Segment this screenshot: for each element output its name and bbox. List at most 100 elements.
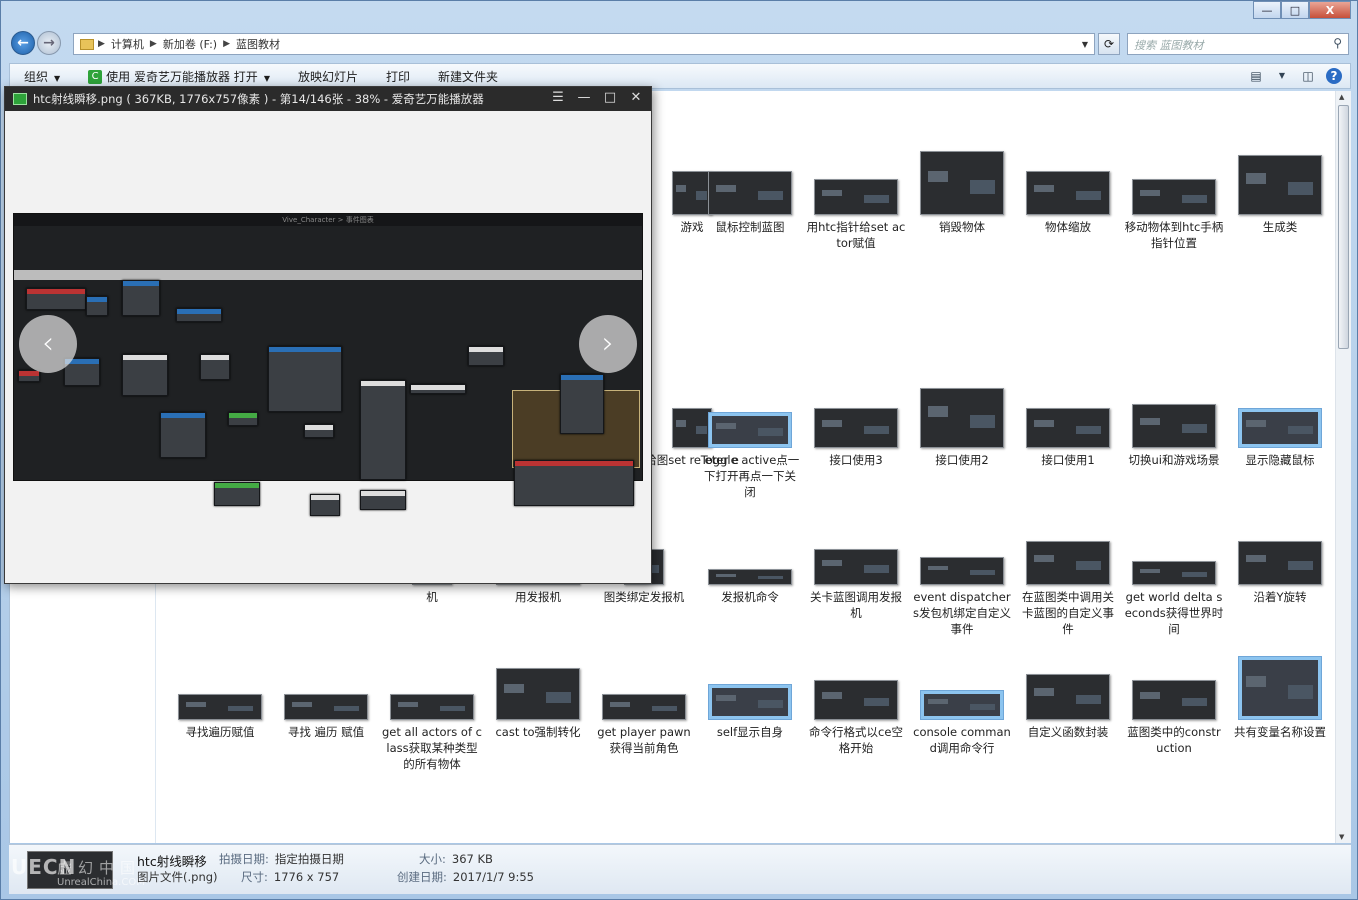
file-item[interactable]: cast to强制转化 <box>488 668 588 740</box>
file-item[interactable]: 在蓝图类中调用关卡蓝图的自定义事件 <box>1018 541 1118 637</box>
size-value: 367 KB <box>451 852 493 866</box>
file-item[interactable]: 共有变量名称设置 <box>1230 656 1330 740</box>
breadcrumb-drive[interactable]: 新加卷 (F:) <box>163 36 217 52</box>
blueprint-node <box>214 482 260 506</box>
viewer-close-button[interactable]: ✕ <box>627 89 645 107</box>
file-item[interactable]: 接口使用1 <box>1018 408 1118 468</box>
blueprint-node <box>18 370 40 382</box>
view-options-icon[interactable]: ▤ <box>1248 68 1264 84</box>
open-with-button[interactable]: C 使用 爱奇艺万能播放器 打开 ▼ <box>74 68 284 85</box>
file-label: 生成类 <box>1262 220 1298 234</box>
file-label: Toggle active点一下打开再点一下关闭 <box>700 453 800 499</box>
file-item[interactable]: 鼠标控制蓝图 <box>700 171 800 235</box>
created-label: 创建日期: <box>397 870 447 884</box>
explorer-titlebar: — □ X <box>1 1 1357 29</box>
image-file-icon <box>13 93 27 105</box>
file-item[interactable]: 关卡蓝图调用发报机 <box>806 549 906 621</box>
file-thumbnail <box>1132 179 1216 215</box>
file-thumbnail <box>708 684 792 720</box>
breadcrumb-folder[interactable]: 蓝图教材 <box>236 36 280 52</box>
file-label: cast to强制转化 <box>495 725 581 739</box>
file-item[interactable]: 发报机命令 <box>700 569 800 605</box>
address-dropdown-icon[interactable]: ▼ <box>1082 40 1088 49</box>
file-item[interactable]: 命令行格式以ce空格开始 <box>806 680 906 756</box>
file-label: event dispatchers发包机绑定自定义事件 <box>913 590 1011 636</box>
search-icon[interactable]: ⚲ <box>1333 36 1342 50</box>
file-thumbnail <box>602 694 686 720</box>
file-item[interactable]: console command调用命令行 <box>912 690 1012 756</box>
print-button[interactable]: 打印 <box>372 68 424 85</box>
maximize-button[interactable]: □ <box>1281 1 1309 19</box>
file-item[interactable]: 蓝图类中的construction <box>1124 680 1224 756</box>
close-button[interactable]: X <box>1309 1 1351 19</box>
file-item[interactable]: 自定义函数封装 <box>1018 674 1118 740</box>
blueprint-node <box>304 424 334 438</box>
blueprint-node <box>268 346 342 412</box>
file-label: 移动物体到htc手柄指针位置 <box>1124 220 1224 250</box>
breadcrumb-computer[interactable]: 计算机 <box>111 36 144 52</box>
file-item[interactable]: 接口使用3 <box>806 408 906 468</box>
chevron-down-icon: ▼ <box>54 73 61 83</box>
file-label: 物体缩放 <box>1045 220 1091 234</box>
view-dropdown-icon[interactable]: ▼ <box>1274 68 1290 84</box>
menu-icon[interactable]: ☰ <box>549 89 567 107</box>
file-item[interactable]: 寻找 遍历 赋值 <box>276 694 376 740</box>
file-item[interactable]: 物体缩放 <box>1018 171 1118 235</box>
breadcrumb-separator-icon: ▶ <box>98 39 105 49</box>
viewer-title: htc射线瞬移.png ( 367KB, 1776x757像素 ) - 第14/… <box>33 92 484 106</box>
help-icon[interactable]: ? <box>1326 68 1342 84</box>
file-item[interactable]: 切换ui和游戏场景 <box>1124 404 1224 468</box>
file-thumbnail <box>284 694 368 720</box>
file-thumbnail <box>920 151 1004 215</box>
previous-image-button[interactable]: ‹ <box>19 315 77 373</box>
file-item[interactable]: get world delta seconds获得世界时间 <box>1124 561 1224 637</box>
file-thumbnail <box>1238 408 1322 448</box>
watermark-text: 虚幻中国 <box>57 859 142 877</box>
file-label: 寻找遍历赋值 <box>185 725 255 739</box>
organize-button[interactable]: 组织 ▼ <box>10 68 74 85</box>
address-bar[interactable]: ▶ 计算机 ▶ 新加卷 (F:) ▶ 蓝图教材 ▼ <box>73 33 1095 55</box>
file-item[interactable]: get player pawn获得当前角色 <box>594 694 694 756</box>
preview-pane-icon[interactable]: ◫ <box>1300 68 1316 84</box>
file-item[interactable]: 用htc指针给set actor赋值 <box>806 179 906 251</box>
slideshow-button[interactable]: 放映幻灯片 <box>284 68 372 85</box>
scroll-down-icon[interactable]: ▼ <box>1339 833 1344 841</box>
organize-label: 组织 <box>24 69 49 84</box>
viewer-minimize-button[interactable]: — <box>575 89 593 107</box>
arrow-left-icon: ← <box>17 35 29 51</box>
date-taken-value[interactable]: 指定拍摄日期 <box>275 852 344 866</box>
forward-button[interactable]: → <box>37 31 61 55</box>
viewer-maximize-button[interactable]: □ <box>601 89 619 107</box>
file-thumbnail <box>708 171 792 215</box>
file-thumbnail <box>814 549 898 585</box>
viewer-titlebar[interactable]: htc射线瞬移.png ( 367KB, 1776x757像素 ) - 第14/… <box>5 87 651 111</box>
file-thumbnail <box>1026 674 1110 720</box>
file-item[interactable]: 显示隐藏鼠标 <box>1230 408 1330 468</box>
file-item[interactable]: 沿着Y旋转 <box>1230 541 1330 605</box>
file-item[interactable]: 接口使用2 <box>912 388 1012 468</box>
blueprint-node <box>560 374 604 434</box>
file-label: 显示隐藏鼠标 <box>1245 453 1315 467</box>
address-row: ← → ▶ 计算机 ▶ 新加卷 (F:) ▶ 蓝图教材 ▼ ⟳ 搜索 蓝图教材 … <box>1 31 1357 57</box>
back-button[interactable]: ← <box>11 31 35 55</box>
file-item[interactable]: get all actors of class获取某种类型的所有物体 <box>382 694 482 772</box>
search-input[interactable]: 搜索 蓝图教材 ⚲ <box>1127 33 1349 55</box>
file-item[interactable]: Toggle active点一下打开再点一下关闭 <box>700 412 800 500</box>
file-item[interactable]: 销毁物体 <box>912 151 1012 235</box>
file-item[interactable]: 生成类 <box>1230 155 1330 235</box>
image-viewer-window: htc射线瞬移.png ( 367KB, 1776x757像素 ) - 第14/… <box>4 86 652 584</box>
file-item[interactable]: event dispatchers发包机绑定自定义事件 <box>912 557 1012 637</box>
scroll-up-icon[interactable]: ▲ <box>1339 93 1344 101</box>
new-folder-button[interactable]: 新建文件夹 <box>424 68 512 85</box>
file-label: 共有变量名称设置 <box>1234 725 1326 739</box>
next-image-button[interactable]: › <box>579 315 637 373</box>
file-thumbnail <box>1132 404 1216 448</box>
file-label: 寻找 遍历 赋值 <box>287 725 365 739</box>
minimize-button[interactable]: — <box>1253 1 1281 19</box>
vertical-scrollbar[interactable]: ▲ ▼ <box>1335 91 1351 843</box>
file-item[interactable]: 寻找遍历赋值 <box>170 694 270 740</box>
file-item[interactable]: 移动物体到htc手柄指针位置 <box>1124 179 1224 251</box>
file-item[interactable]: self显示自身 <box>700 684 800 740</box>
refresh-button[interactable]: ⟳ <box>1098 33 1120 55</box>
scroll-thumb[interactable] <box>1338 105 1349 349</box>
